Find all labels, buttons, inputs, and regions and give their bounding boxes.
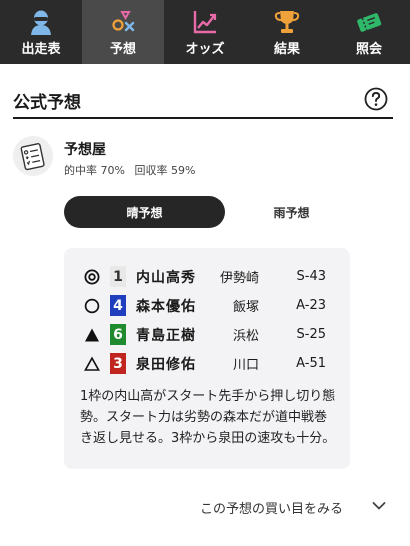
ticket-icon [357, 13, 382, 32]
racer-rank: A-23 [296, 298, 326, 313]
odds-chart-icon [193, 11, 217, 34]
nav-label-prediction: 予想 [109, 42, 136, 57]
pick-row: 1 内山高秀 伊勢崎 S-43 [84, 262, 334, 291]
prediction-icon [112, 11, 135, 32]
lane-number: 6 [110, 324, 126, 345]
nav-tab-odds[interactable]: オッズ [164, 0, 246, 64]
lane-number: 3 [110, 353, 126, 374]
circle-mark-icon [84, 298, 100, 313]
predictor-stats: 的中率 70% 回収率 59% [64, 162, 201, 178]
racer-branch: 飯塚 [232, 300, 259, 315]
racer-name: 森本優佑 [136, 298, 196, 315]
racer-branch: 浜松 [232, 329, 259, 344]
nav-label-race-card: 出走表 [21, 42, 61, 57]
tab-sunny-prediction[interactable]: 晴予想 [64, 196, 225, 228]
recovery-rate: 回収率 59% [134, 164, 196, 177]
weather-tabs: 晴予想 雨予想 [64, 196, 349, 228]
racer-branch: 川口 [232, 358, 259, 373]
racer-name: 青島正樹 [136, 327, 196, 344]
trophy-icon [274, 11, 300, 33]
pick-list: 1 内山高秀 伊勢崎 S-43 4 森本優佑 飯塚 A-23 6 青島正樹 浜松… [84, 262, 334, 378]
help-icon[interactable] [364, 87, 388, 111]
nav-tab-inquiry[interactable]: 照会 [328, 0, 410, 64]
filled-triangle-mark-icon [85, 328, 99, 341]
nav-label-odds: オッズ [185, 42, 225, 57]
nav-label-inquiry: 照会 [355, 42, 382, 57]
tab-rainy-prediction[interactable]: 雨予想 [234, 196, 349, 228]
lane-number: 1 [110, 266, 126, 287]
racer-icon [31, 10, 51, 35]
bottom-nav-bar: 出走表 予想 オッズ 結果 照会 [0, 0, 410, 64]
section-title: 公式予想 [13, 93, 81, 113]
racer-rank: S-43 [296, 269, 327, 284]
chevron-down-icon[interactable] [372, 501, 386, 511]
pick-row: 3 泉田修佑 川口 A-51 [84, 349, 334, 378]
hit-rate: 的中率 70% [64, 164, 125, 177]
racer-rank: S-25 [296, 327, 327, 342]
section-divider [13, 117, 393, 119]
prediction-card: 1 内山高秀 伊勢崎 S-43 4 森本優佑 飯塚 A-23 6 青島正樹 浜松… [64, 248, 350, 469]
pick-row: 6 青島正樹 浜松 S-25 [84, 320, 334, 349]
predictor-name: 予想屋 [64, 142, 106, 158]
nav-tab-race-card[interactable]: 出走表 [0, 0, 82, 64]
lane-number: 4 [110, 295, 126, 316]
racer-branch: 伊勢崎 [219, 271, 259, 286]
predictor-avatar-icon [13, 136, 53, 176]
racer-rank: A-51 [296, 356, 326, 371]
show-tickets-link[interactable]: この予想の買い目をみる [200, 498, 343, 517]
double-circle-mark-icon [84, 269, 100, 284]
nav-tab-results[interactable]: 結果 [246, 0, 328, 64]
nav-label-results: 結果 [273, 42, 300, 57]
outline-triangle-mark-icon [84, 356, 100, 371]
pick-row: 4 森本優佑 飯塚 A-23 [84, 291, 334, 320]
nav-tab-prediction[interactable]: 予想 [82, 0, 164, 64]
racer-name: 内山高秀 [136, 269, 196, 286]
prediction-comment: 1枠の内山高がスタート先手から押し切り態勢。スタート力は劣勢の森本だが道中戦巻き… [80, 389, 336, 446]
racer-name: 泉田修佑 [136, 356, 196, 373]
